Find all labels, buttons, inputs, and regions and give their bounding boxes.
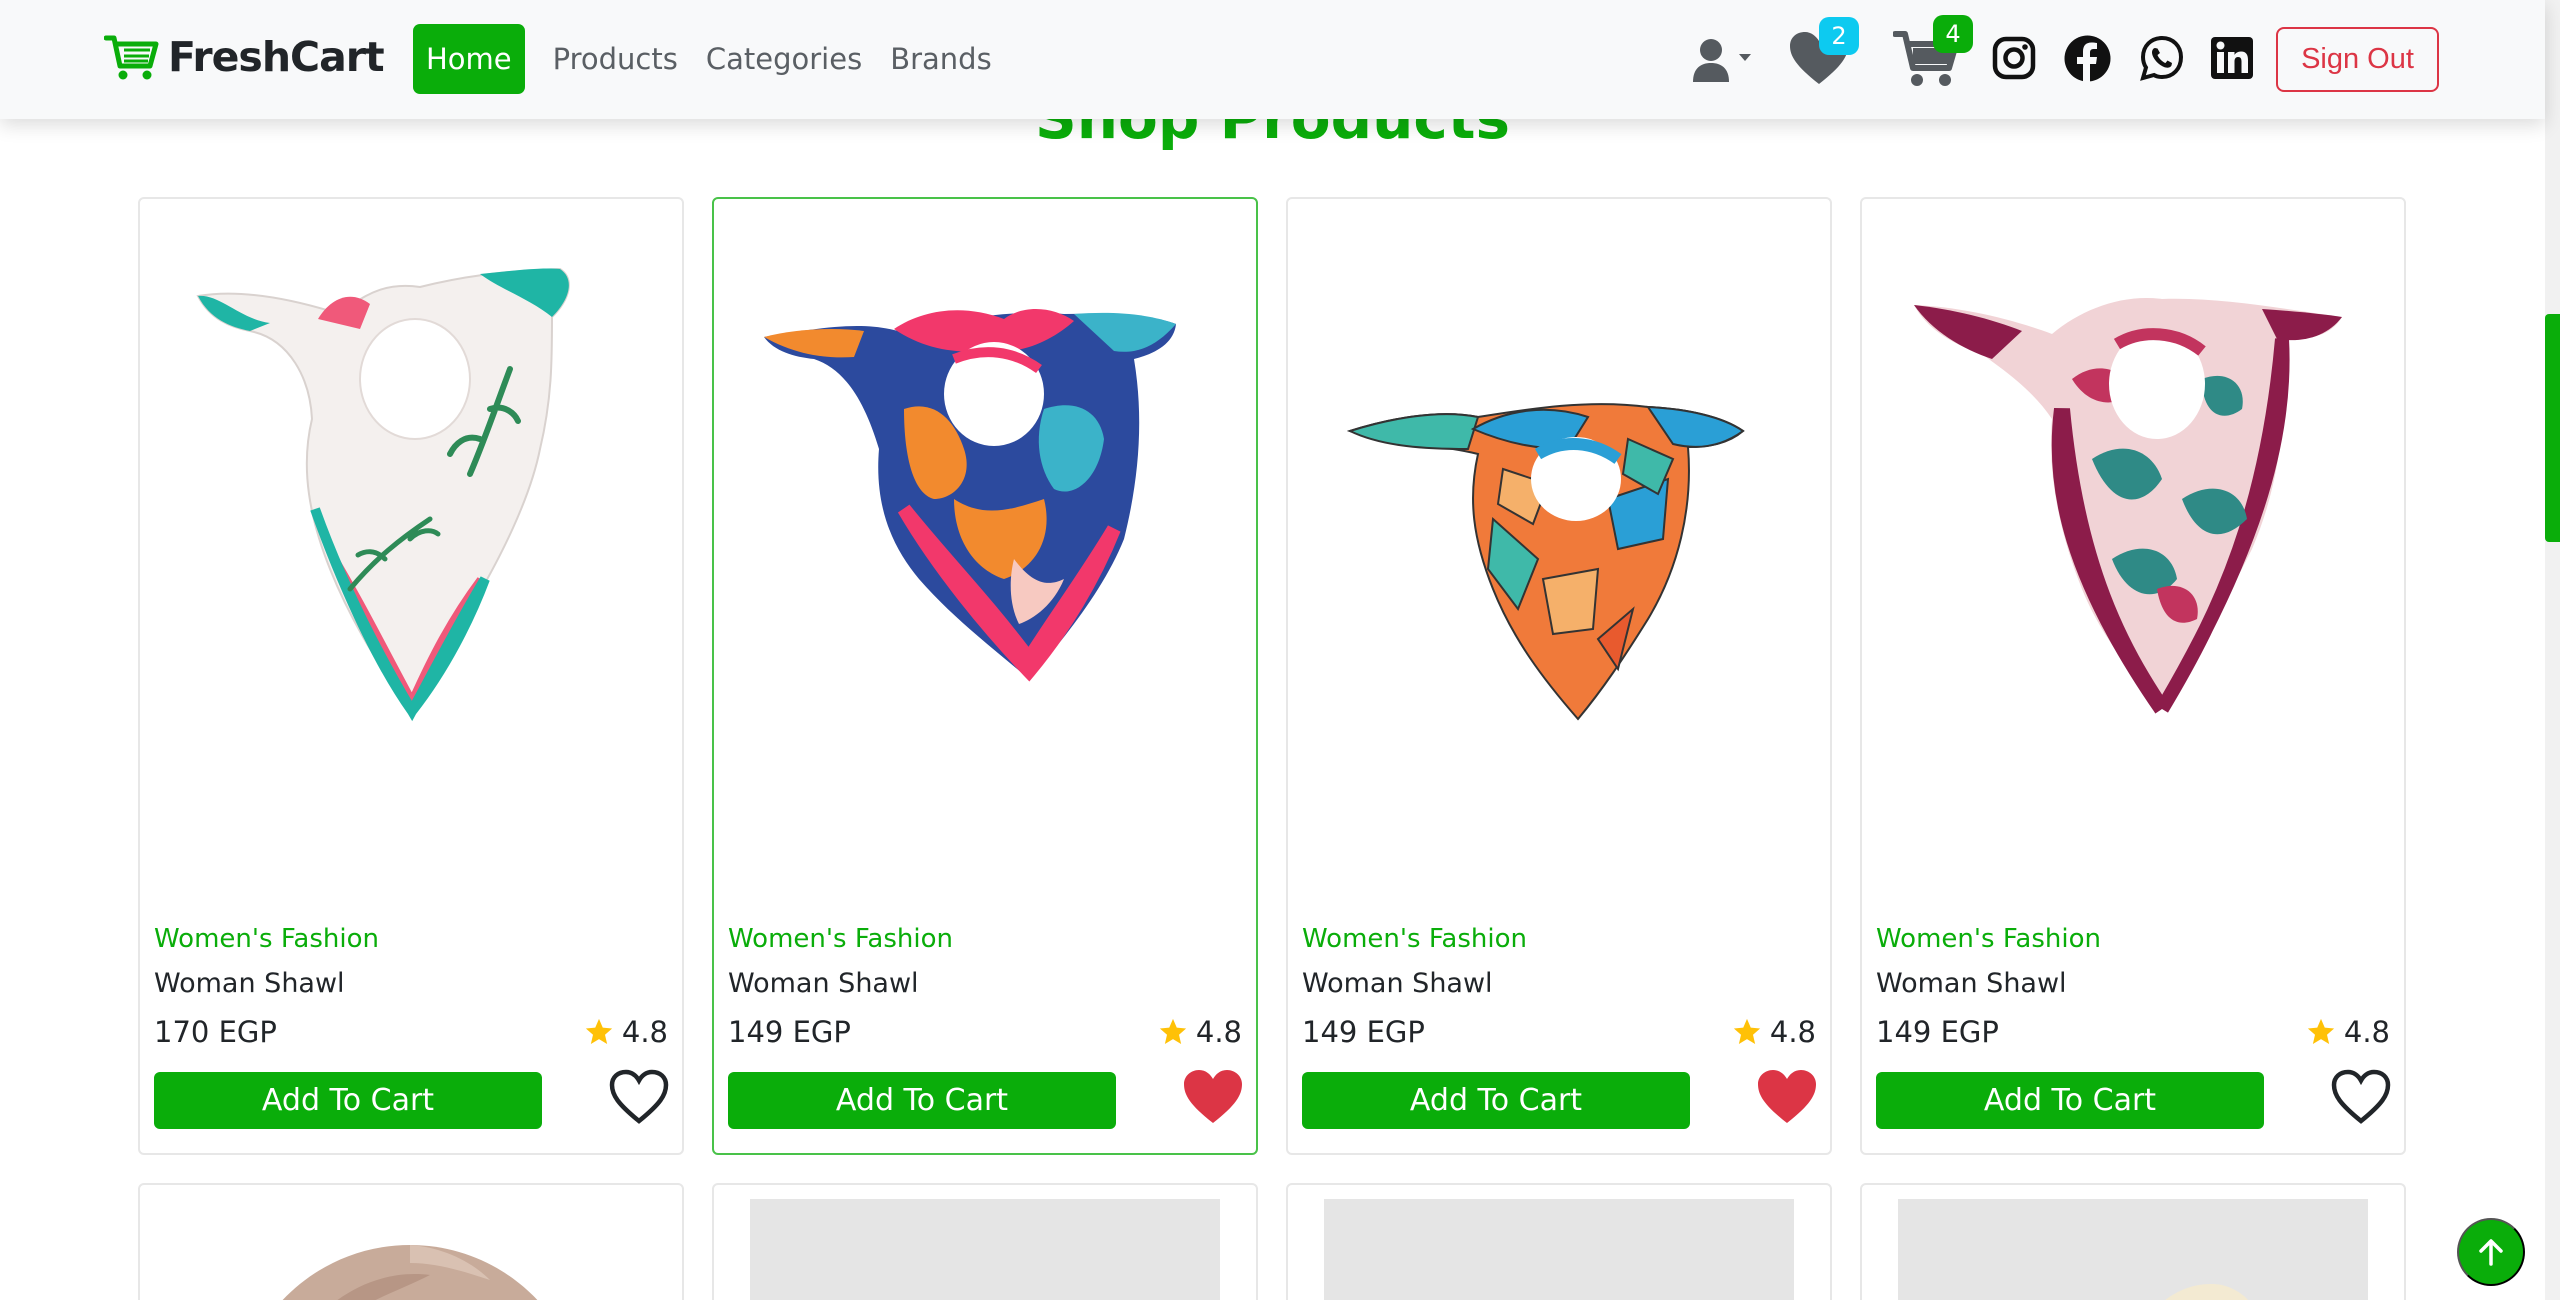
product-card[interactable] (1860, 1183, 2406, 1300)
product-name: Woman Shawl (728, 968, 919, 999)
scrollbar-track[interactable] (2545, 0, 2560, 1300)
product-name: Woman Shawl (154, 968, 345, 999)
product-category: Women's Fashion (1876, 924, 2101, 954)
nav-link-brands[interactable]: Brands (876, 24, 1006, 94)
product-image (196, 267, 570, 722)
product-rating: 4.8 (2306, 1015, 2390, 1049)
product-name: Woman Shawl (1876, 968, 2067, 999)
rating-value: 4.8 (2343, 1015, 2390, 1049)
product-rating: 4.8 (1732, 1015, 1816, 1049)
product-card[interactable] (138, 1183, 684, 1300)
add-to-cart-button[interactable]: Add To Cart (1302, 1072, 1690, 1129)
facebook-icon (2064, 35, 2111, 82)
wishlist-count-badge: 2 (1819, 17, 1859, 55)
cart-logo-icon (104, 35, 159, 80)
star-icon (2307, 1018, 2334, 1044)
product-image (1914, 298, 2342, 714)
rating-value: 4.8 (1769, 1015, 1816, 1049)
arrow-up-icon (2479, 1239, 2503, 1266)
instagram-link[interactable] (1992, 36, 2036, 80)
page: Shop Products FreshCart Home Products Ca… (0, 0, 2560, 1300)
image-placeholder (750, 1199, 1220, 1300)
navbar: FreshCart Home Products Categories Brand… (0, 0, 2545, 119)
whatsapp-link[interactable] (2139, 35, 2185, 81)
product-price: 149 EGP (1876, 1015, 1999, 1049)
add-to-cart-button[interactable]: Add To Cart (728, 1072, 1116, 1129)
user-icon (1693, 39, 1751, 82)
user-menu-toggle[interactable] (1693, 38, 1757, 84)
wishlist-heart-outline-icon[interactable] (2330, 1068, 2392, 1126)
product-category: Women's Fashion (154, 924, 379, 954)
product-card[interactable]: Women's Fashion Woman Shawl 170 EGP 4.8 … (138, 197, 684, 1155)
scrollbar-thumb[interactable] (2545, 314, 2560, 542)
linkedin-icon (2211, 37, 2253, 79)
nav-link-products[interactable]: Products (539, 24, 692, 94)
cart-count-badge: 4 (1933, 15, 1973, 53)
product-price: 149 EGP (1302, 1015, 1425, 1049)
product-name: Woman Shawl (1302, 968, 1493, 999)
wishlist-heart-outline-icon[interactable] (608, 1068, 670, 1126)
brand-name: FreshCart (168, 33, 385, 81)
nav-links: Home Products Categories Brands (413, 24, 1006, 94)
add-to-cart-button[interactable]: Add To Cart (154, 1072, 542, 1129)
product-card[interactable]: Women's Fashion Woman Shawl 149 EGP 4.8 … (712, 197, 1258, 1155)
image-placeholder (1898, 1199, 2368, 1300)
product-image (764, 309, 1176, 682)
nav-link-home[interactable]: Home (413, 24, 525, 94)
product-image (2165, 1284, 2249, 1300)
sign-out-button[interactable]: Sign Out (2276, 27, 2439, 92)
cart-link[interactable]: 4 (1892, 15, 1973, 90)
star-icon (585, 1018, 612, 1044)
instagram-icon (1992, 36, 2036, 80)
product-rating: 4.8 (584, 1015, 668, 1049)
product-price: 170 EGP (154, 1015, 277, 1049)
whatsapp-icon (2140, 35, 2184, 81)
star-icon (1159, 1018, 1186, 1044)
linkedin-link[interactable] (2210, 36, 2254, 80)
product-image (1346, 403, 1745, 721)
product-card[interactable]: Women's Fashion Woman Shawl 149 EGP 4.8 … (1286, 197, 1832, 1155)
product-card[interactable] (712, 1183, 1258, 1300)
nav-link-categories[interactable]: Categories (692, 24, 876, 94)
facebook-link[interactable] (2064, 35, 2111, 82)
star-icon (1733, 1018, 1760, 1044)
product-rating: 4.8 (1158, 1015, 1242, 1049)
product-price: 149 EGP (728, 1015, 851, 1049)
product-category: Women's Fashion (728, 924, 953, 954)
wishlist-heart-filled-icon[interactable] (1182, 1068, 1244, 1126)
wishlist-link[interactable]: 2 (1788, 17, 1859, 86)
image-placeholder (1324, 1199, 1794, 1300)
product-image (282, 1245, 538, 1300)
rating-value: 4.8 (621, 1015, 668, 1049)
rating-value: 4.8 (1195, 1015, 1242, 1049)
caret-down-icon (1739, 54, 1751, 61)
product-card[interactable] (1286, 1183, 1832, 1300)
back-to-top-button[interactable] (2457, 1218, 2525, 1286)
wishlist-heart-filled-icon[interactable] (1756, 1068, 1818, 1126)
brand-logo[interactable]: FreshCart (104, 32, 385, 82)
product-category: Women's Fashion (1302, 924, 1527, 954)
product-card[interactable]: Women's Fashion Woman Shawl 149 EGP 4.8 … (1860, 197, 2406, 1155)
add-to-cart-button[interactable]: Add To Cart (1876, 1072, 2264, 1129)
